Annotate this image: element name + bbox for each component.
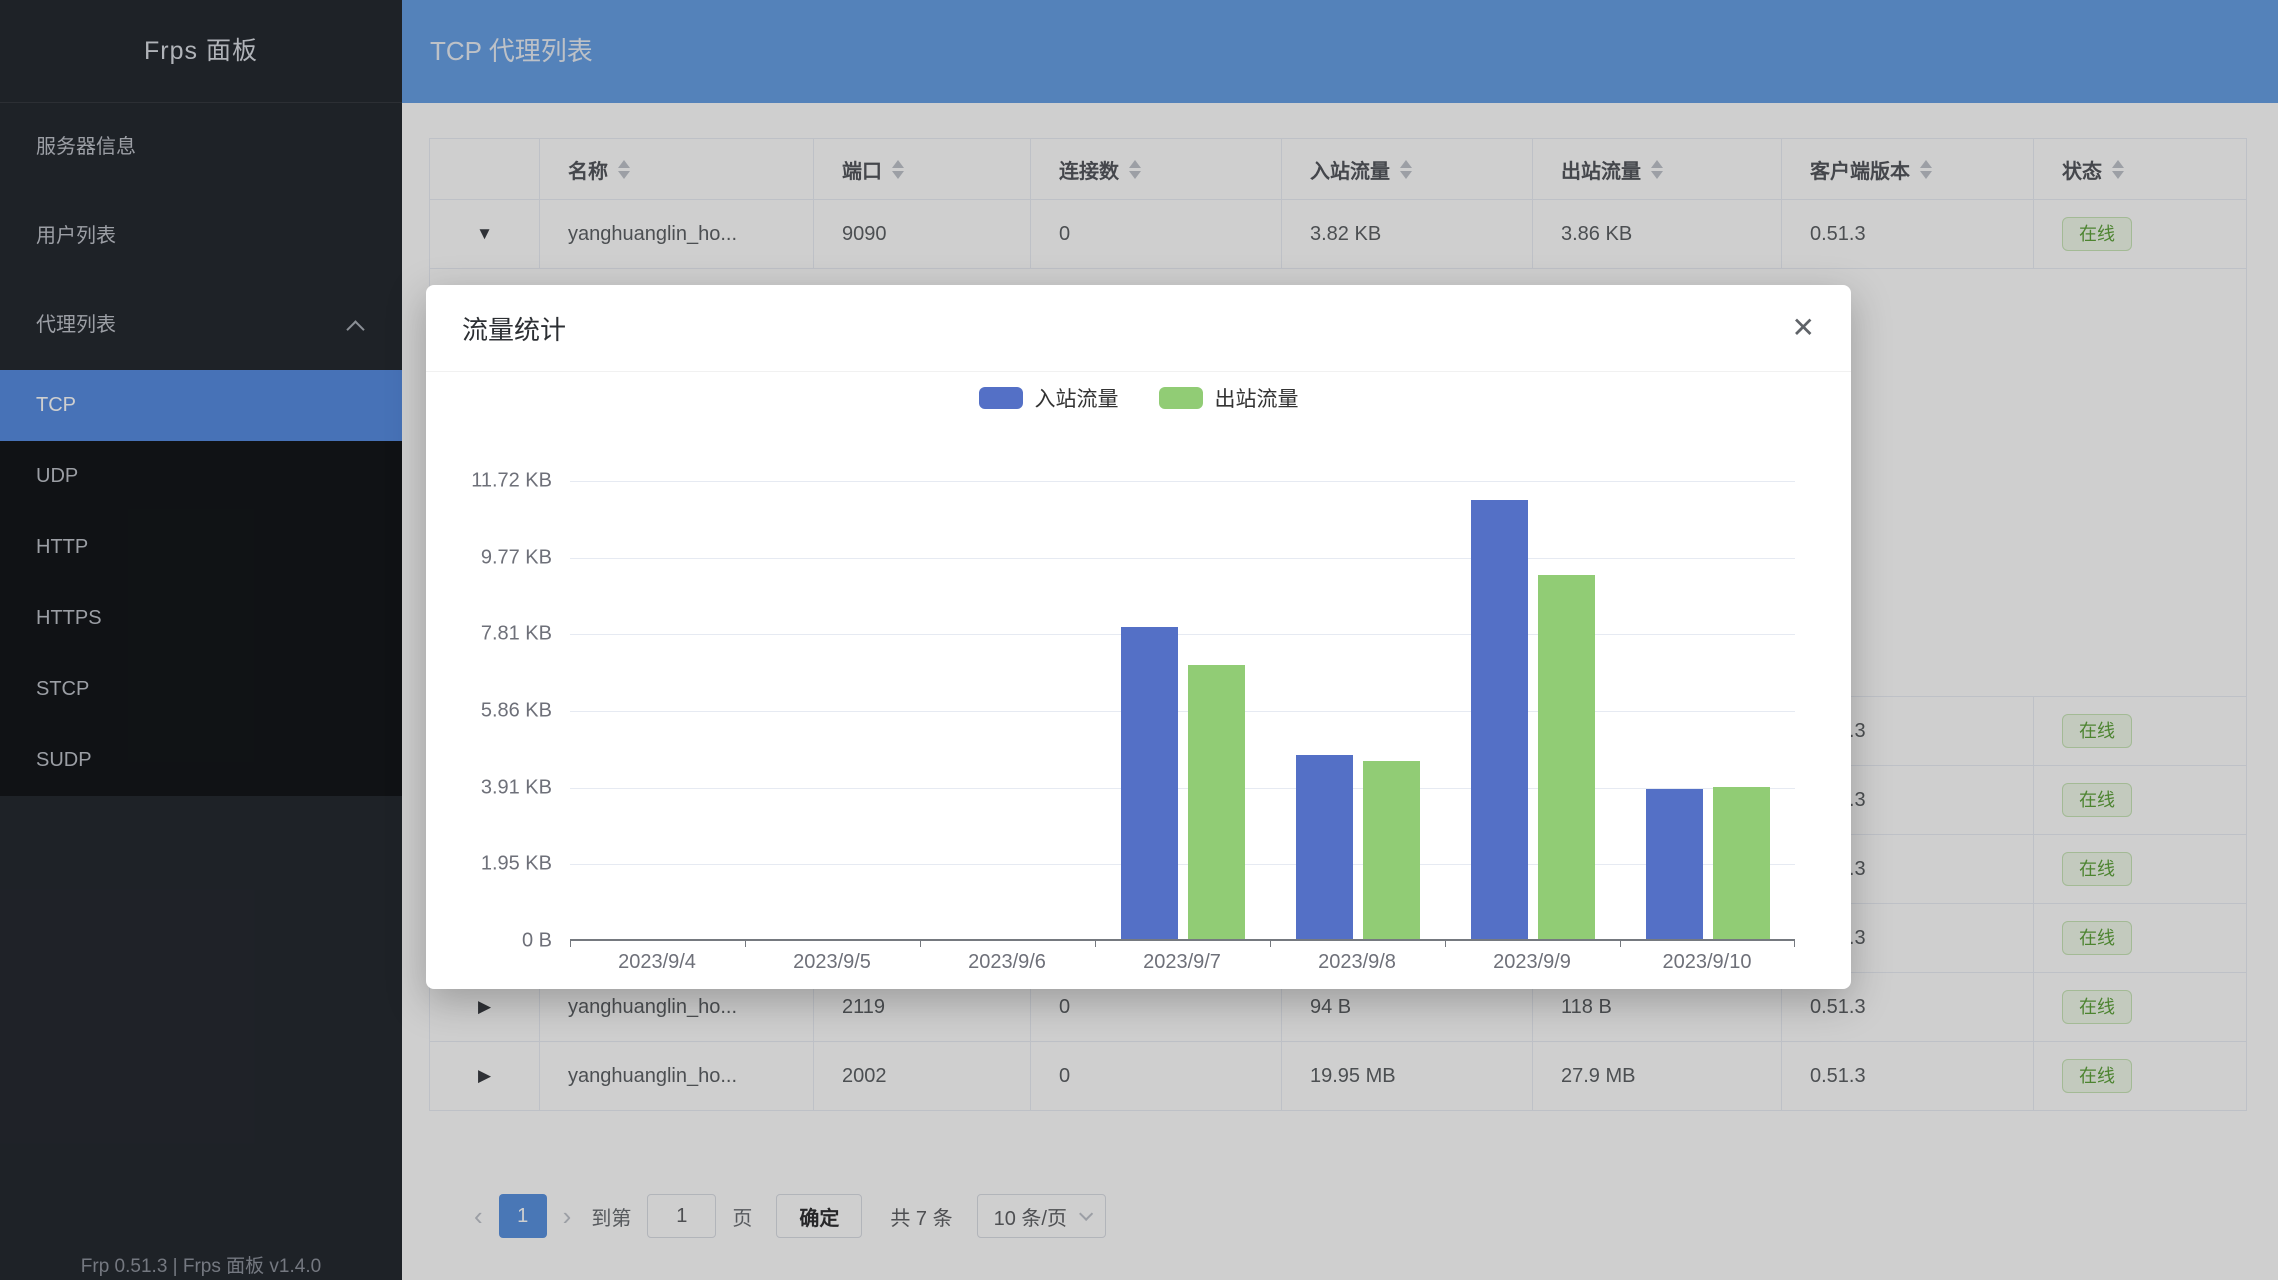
gridline [570, 788, 1795, 789]
y-axis-label: 1.95 KB [481, 853, 552, 876]
bar-out-2023/9/7 [1188, 665, 1245, 939]
legend-swatch-in [979, 387, 1023, 409]
x-axis-tick [570, 939, 571, 947]
bar-in-2023/9/7 [1121, 627, 1178, 939]
gridline [570, 481, 1795, 482]
close-icon[interactable]: ✕ [1792, 314, 1815, 342]
chart-legend: 入站流量 出站流量 [426, 383, 1851, 413]
x-axis-tick [1445, 939, 1446, 947]
x-axis-label: 2023/9/5 [793, 951, 871, 974]
gridline [570, 634, 1795, 635]
x-axis-label: 2023/9/7 [1143, 951, 1221, 974]
bar-out-2023/9/9 [1538, 575, 1595, 939]
y-axis-label: 11.72 KB [471, 470, 552, 493]
chart-plot: 11.72 KB 9.77 KB 7.81 KB 5.86 KB 3.91 KB… [570, 481, 1795, 941]
y-axis-label: 0 B [522, 930, 552, 953]
y-axis-label: 3.91 KB [481, 777, 552, 800]
legend-item-traffic-out[interactable]: 出站流量 [1159, 383, 1299, 413]
y-axis-label: 5.86 KB [481, 700, 552, 723]
y-axis-label: 7.81 KB [481, 623, 552, 646]
modal-title: 流量统计 [462, 310, 566, 347]
x-axis-label: 2023/9/9 [1493, 951, 1571, 974]
x-axis-label: 2023/9/6 [968, 951, 1046, 974]
bar-in-2023/9/9 [1471, 500, 1528, 939]
legend-label: 入站流量 [1035, 383, 1119, 413]
legend-item-traffic-in[interactable]: 入站流量 [979, 383, 1119, 413]
traffic-stats-modal: 流量统计 ✕ 入站流量 出站流量 11.72 KB 9.77 KB 7.81 K… [426, 285, 1851, 989]
legend-swatch-out [1159, 387, 1203, 409]
legend-label: 出站流量 [1215, 383, 1299, 413]
x-axis-label: 2023/9/8 [1318, 951, 1396, 974]
modal-header: 流量统计 ✕ [426, 285, 1851, 372]
x-axis-tick [1270, 939, 1271, 947]
bar-out-2023/9/10 [1713, 787, 1770, 939]
bar-in-2023/9/10 [1646, 789, 1703, 939]
gridline [570, 711, 1795, 712]
x-axis-label: 2023/9/10 [1663, 951, 1752, 974]
x-axis-tick [1620, 939, 1621, 947]
x-axis-tick [745, 939, 746, 947]
x-axis-label: 2023/9/4 [618, 951, 696, 974]
x-axis-tick [1095, 939, 1096, 947]
bar-in-2023/9/8 [1296, 755, 1353, 939]
x-axis-tick [1794, 939, 1795, 947]
bar-out-2023/9/8 [1363, 761, 1420, 939]
gridline [570, 864, 1795, 865]
x-axis-tick [920, 939, 921, 947]
y-axis-label: 9.77 KB [481, 547, 552, 570]
gridline [570, 558, 1795, 559]
